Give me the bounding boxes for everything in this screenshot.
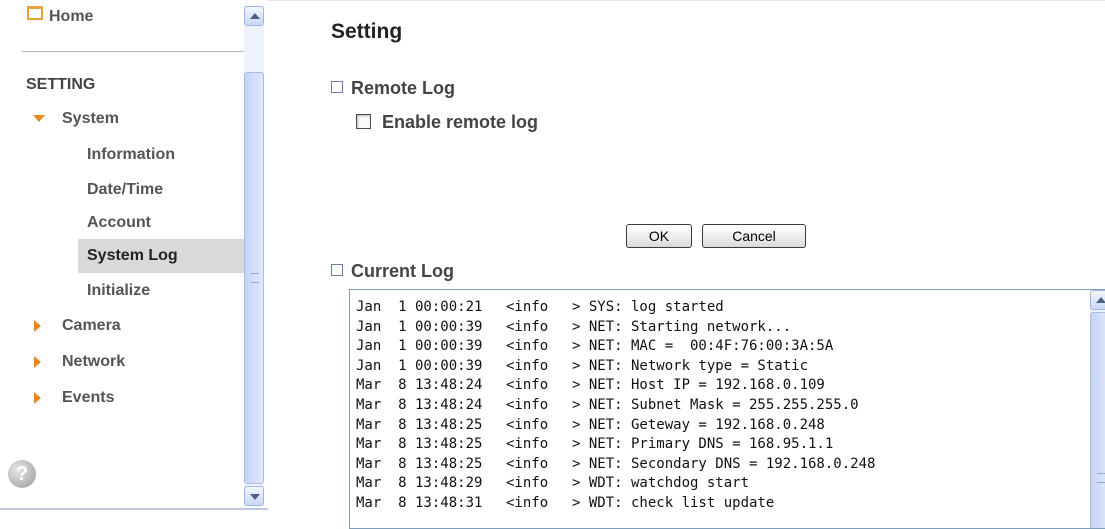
sidebar-item-network[interactable]: Network [62,353,125,371]
ok-button[interactable]: OK [626,224,692,248]
sidebar-bottom-edge [0,508,268,510]
log-timestamp: Mar 8 13:48:25 [356,436,483,453]
scrollbar-thumb[interactable] [244,72,264,484]
sidebar-item-initialize[interactable]: Initialize [87,282,150,300]
sidebar-item-information[interactable]: Information [87,146,175,164]
log-line: Jan 1 00:00:39 <info > NET: Starting netwo… [356,318,875,338]
page-title: Setting [331,20,403,43]
log-line: Mar 8 13:48:29 <info > WDT: watchdog start [356,474,875,494]
log-line: Mar 8 13:48:25 <info > NET: Geteway = 192.… [356,416,875,436]
log-scrollbar[interactable] [1090,290,1105,528]
log-level: <info [506,299,549,315]
sidebar-item-events[interactable]: Events [62,389,114,407]
enable-remote-log-row[interactable]: Enable remote log [356,112,538,133]
log-line: Jan 1 00:00:39 <info > NET: Network type =… [356,357,875,377]
sidebar-scrollbar[interactable] [244,6,264,506]
expanded-triangle-icon[interactable] [33,115,45,122]
log-message: > WDT: watchdog start [572,475,750,492]
log-message: > NET: Starting network... [572,318,792,335]
log-level: <info [506,416,549,433]
log-timestamp: Mar 8 13:48:25 [356,416,483,433]
collapsed-triangle-icon[interactable] [34,320,41,332]
log-message: > NET: Primary DNS = 168.95.1.1 [572,436,834,453]
sidebar: Home SETTING System Information Date/Tim… [0,0,268,514]
cancel-button[interactable]: Cancel [702,224,806,248]
log-message: > NET: Network type = Static [572,357,809,374]
log-message: > NET: Host IP = 192.168.0.109 [572,377,825,394]
sidebar-item-account[interactable]: Account [87,214,151,232]
log-message: > NET: Secondary DNS = 192.168.0.248 [572,455,876,472]
log-line: Mar 8 13:48:25 <info > NET: Primary DNS = … [356,435,875,455]
enable-remote-log-label: Enable remote log [382,112,539,132]
log-timestamp: Jan 1 00:00:39 [356,338,483,355]
home-label: Home [49,8,94,25]
log-line: Mar 8 13:48:25 <info > NET: Secondary DNS … [356,455,875,475]
log-message: > NET: Geteway = 192.168.0.248 [572,416,825,433]
section-title-remote-log: Remote Log [331,78,455,99]
section-title-current-log: Current Log [331,261,454,282]
sidebar-item-datetime[interactable]: Date/Time [87,181,163,199]
log-line: Jan 1 00:00:39 <info > NET: MAC = 00:4F:76… [356,337,875,357]
log-line: Mar 8 13:48:31 <info > WDT: check list upd… [356,494,875,514]
log-line: Mar 8 13:48:24 <info > NET: Host IP = 192.… [356,376,875,396]
section-bullet-icon [331,81,343,93]
sidebar-item-home[interactable]: Home [27,6,93,26]
log-timestamp: Mar 8 13:48:24 [356,377,483,394]
log-timestamp: Mar 8 13:48:31 [356,494,483,511]
log-level: <info [506,357,549,374]
log-level: <info [506,338,549,355]
log-timestamp: Mar 8 13:48:24 [356,396,483,413]
log-message: > SYS: log started [572,299,724,315]
scrollbar-thumb[interactable] [1090,312,1105,528]
log-timestamp: Jan 1 00:00:39 [356,318,483,335]
sidebar-section-header: SETTING [26,76,96,93]
enable-remote-log-checkbox[interactable] [356,114,371,129]
log-message: > NET: MAC = 00:4F:76:00:3A:5A [572,338,834,355]
log-level: <info [506,436,549,453]
help-icon[interactable]: ? [8,460,36,488]
log-level: <info [506,455,549,472]
current-log-textarea[interactable]: Jan 1 00:00:21 <info > SYS: log started Jan… [349,289,1105,529]
log-level: <info [506,396,549,413]
section-bullet-icon [331,264,343,276]
top-divider [268,0,1105,1]
sidebar-item-camera[interactable]: Camera [62,317,121,335]
sidebar-item-system[interactable]: System [62,110,119,128]
scroll-up-button[interactable] [1090,290,1105,310]
sidebar-divider [22,51,244,52]
scroll-up-button[interactable] [244,6,264,26]
log-timestamp: Mar 8 13:48:25 [356,455,483,472]
home-icon [27,6,43,20]
log-message: > WDT: check list update [572,494,775,511]
collapsed-triangle-icon[interactable] [34,392,41,404]
log-timestamp: Mar 8 13:48:29 [356,475,483,492]
log-message: > NET: Subnet Mask = 255.255.255.0 [572,396,859,413]
log-level: <info [506,377,549,394]
log-line: Jan 1 00:00:21 <info > SYS: log started [356,298,875,318]
log-lines: Jan 1 00:00:21 <info > SYS: log started Jan… [356,298,875,514]
log-level: <info [506,494,549,511]
log-level: <info [506,318,549,335]
log-timestamp: Jan 1 00:00:21 [356,299,483,315]
collapsed-triangle-icon[interactable] [34,356,41,368]
log-line: Mar 8 13:48:24 <info > NET: Subnet Mask = … [356,396,875,416]
log-timestamp: Jan 1 00:00:39 [356,357,483,374]
scroll-down-button[interactable] [244,486,264,506]
sidebar-item-system-log[interactable]: System Log [87,247,178,265]
log-level: <info [506,475,549,492]
